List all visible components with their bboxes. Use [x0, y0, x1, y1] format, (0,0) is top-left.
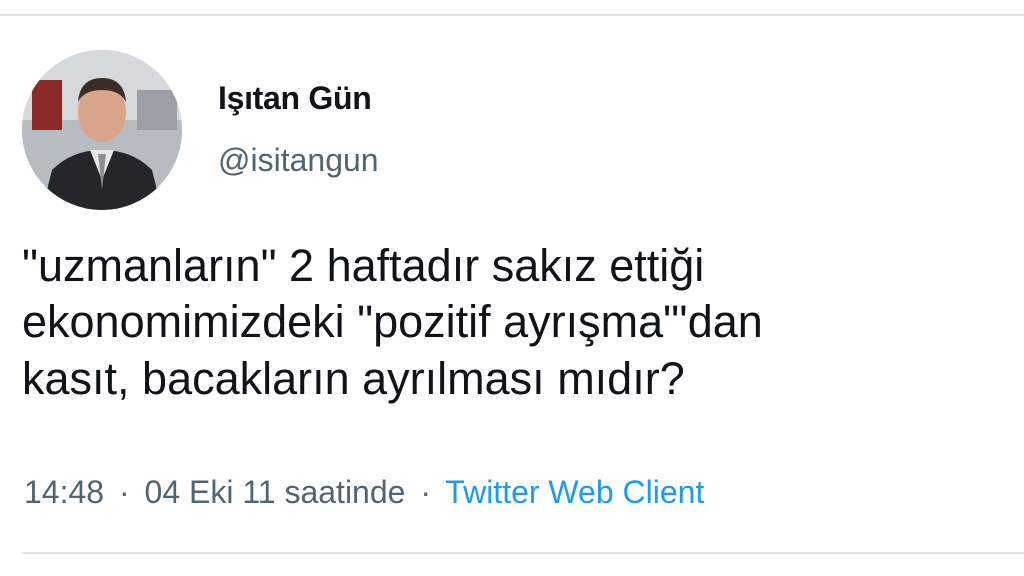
tweet-time[interactable]: 14:48	[24, 474, 104, 510]
bottom-divider	[22, 552, 1024, 554]
top-divider	[0, 14, 1024, 16]
tweet-date[interactable]: 04 Eki 11 saatinde	[145, 474, 406, 510]
meta-separator: ·	[118, 474, 130, 510]
tweet-text-line: ekonomimizdeki "pozitif ayrışma"'dan	[22, 296, 763, 348]
tweet-meta: 14:48 · 04 Eki 11 saatinde · Twitter Web…	[24, 474, 704, 511]
avatar[interactable]	[22, 50, 182, 210]
display-name[interactable]: Işıtan Gün	[218, 80, 372, 117]
avatar-photo	[22, 50, 182, 210]
meta-separator: ·	[420, 474, 431, 510]
user-handle[interactable]: @isitangun	[218, 142, 379, 179]
tweet-source-link[interactable]: Twitter Web Client	[445, 474, 704, 510]
tweet-text: "uzmanların" 2 haftadır sakız ettiği eko…	[22, 238, 1012, 407]
tweet-text-line: "uzmanların" 2 haftadır sakız ettiği	[22, 240, 705, 291]
tweet-text-line: kasıt, bacakların ayrılması mıdır?	[22, 352, 685, 404]
